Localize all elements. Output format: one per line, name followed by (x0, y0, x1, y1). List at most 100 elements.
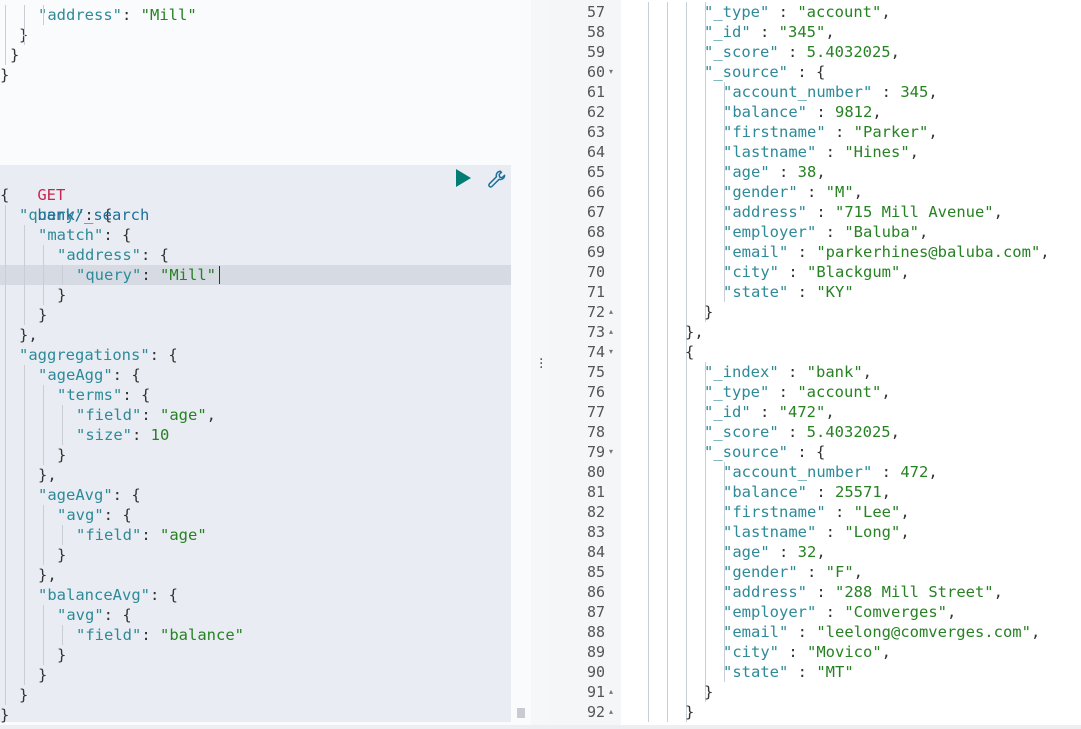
request-settings-button[interactable] (486, 168, 508, 190)
response-line[interactable]: "_score" : 5.4032025, (704, 42, 900, 62)
code-line[interactable]: "address": { (57, 245, 169, 265)
code-line[interactable]: "balanceAvg": { (38, 585, 178, 605)
response-line[interactable]: "account_number" : 472, (723, 462, 938, 482)
response-line[interactable]: } (685, 702, 694, 722)
indent-guide (667, 62, 668, 82)
json-value: 472 (900, 463, 929, 481)
json-value: "Long" (844, 523, 901, 541)
indent-guide (5, 465, 6, 485)
code-line[interactable]: "size": 10 (76, 425, 169, 445)
code-line[interactable]: } (19, 685, 28, 705)
run-request-button[interactable] (454, 168, 472, 188)
code-line[interactable]: "aggregations": { (19, 345, 178, 365)
fold-expand-icon[interactable]: ▴ (609, 702, 617, 722)
fold-expand-icon[interactable]: ▴ (609, 682, 617, 702)
response-line[interactable]: "gender" : "F", (723, 562, 863, 582)
code-line[interactable]: "query": "Mill" (76, 265, 216, 285)
code-line[interactable]: } (57, 545, 66, 565)
code-line[interactable]: "field": "age" (76, 525, 207, 545)
fold-collapse-icon[interactable]: ▾ (609, 342, 617, 362)
indent-guide (43, 605, 44, 625)
response-line[interactable]: "lastname" : "Hines", (723, 142, 919, 162)
json-value: "Movico" (807, 643, 882, 661)
response-line[interactable]: "balance" : 9812, (723, 102, 882, 122)
indent-guide (43, 265, 44, 285)
response-line[interactable]: "firstname" : "Parker", (723, 122, 938, 142)
code-line[interactable]: "ageAgg": { (38, 365, 141, 385)
code-line[interactable]: } (10, 45, 19, 65)
json-key: "age" (723, 543, 770, 561)
response-panel[interactable]: 57 58 59 60 ▾ 61 62 63 64 65 66 67 68 69 70 71 72 ▴ 73 ▴ 74 ▾… (551, 0, 1081, 729)
fold-expand-icon[interactable]: ▴ (609, 302, 617, 322)
indent-guide (705, 102, 706, 122)
code-line[interactable]: }, (38, 565, 57, 585)
json-punct: , (946, 603, 957, 621)
response-line[interactable]: } (704, 302, 713, 322)
response-line[interactable]: "email" : "leelong@comverges.com", (723, 622, 1040, 642)
response-line[interactable]: "address" : "715 Mill Avenue", (723, 202, 1003, 222)
json-value: "Lee" (853, 503, 901, 521)
response-line[interactable]: "firstname" : "Lee", (723, 502, 910, 522)
code-line[interactable]: } (57, 285, 66, 305)
fold-collapse-icon[interactable]: ▾ (609, 442, 617, 462)
indent-guide (686, 402, 687, 422)
code-line[interactable]: } (38, 665, 47, 685)
response-line[interactable]: "address" : "288 Mill Street", (723, 582, 1003, 602)
response-line[interactable]: "city" : "Blackgum", (723, 262, 910, 282)
code-line[interactable]: "address": "Mill" (38, 5, 197, 25)
code-line[interactable]: "match": { (38, 225, 131, 245)
code-line[interactable]: "terms": { (57, 385, 150, 405)
response-line[interactable]: "account_number" : 345, (723, 82, 938, 102)
indent-guide (5, 645, 6, 665)
response-line[interactable]: "employer" : "Baluba", (723, 222, 928, 242)
response-line[interactable]: "_index" : "bank", (704, 362, 872, 382)
code-line[interactable]: "ageAvg": { (38, 485, 141, 505)
code-line[interactable]: "avg": { (57, 605, 132, 625)
indent-guide (705, 122, 706, 142)
response-line[interactable]: "gender" : "M", (723, 182, 863, 202)
fold-expand-icon[interactable]: ▴ (609, 322, 617, 342)
code-line[interactable]: "field": "age", (76, 405, 216, 425)
line-number: 83 (586, 523, 605, 541)
line-number: 58 (586, 23, 605, 41)
response-line[interactable]: } (704, 682, 713, 702)
response-line[interactable]: "_source" : { (704, 62, 825, 82)
response-line[interactable]: "balance" : 25571, (723, 482, 891, 502)
code-line[interactable]: } (57, 445, 66, 465)
code-line[interactable]: "avg": { (57, 505, 132, 525)
response-line[interactable]: "_type" : "account", (704, 382, 891, 402)
response-line[interactable]: }, (685, 322, 704, 342)
response-line[interactable]: "_id" : "472", (704, 402, 835, 422)
code-line[interactable]: } (0, 65, 9, 85)
response-line[interactable]: "_score" : 5.4032025, (704, 422, 900, 442)
code-line[interactable]: }, (38, 465, 57, 485)
json-key: "avg" (57, 506, 104, 524)
response-line[interactable]: "state" : "MT" (723, 662, 854, 682)
indent-guide (648, 622, 649, 642)
response-line[interactable]: "employer" : "Comverges", (723, 602, 956, 622)
code-line[interactable]: }, (19, 325, 38, 345)
indent-guide (667, 582, 668, 602)
json-punct: } (0, 66, 10, 84)
response-line[interactable]: "lastname" : "Long", (723, 522, 910, 542)
fold-collapse-icon[interactable]: ▾ (609, 62, 617, 82)
response-line[interactable]: "_id" : "345", (704, 22, 835, 42)
response-line[interactable]: "_source" : { (704, 442, 825, 462)
json-punct: : { (103, 506, 132, 524)
indent-guide (5, 485, 6, 505)
response-line[interactable]: "email" : "parkerhines@baluba.com", (723, 242, 1050, 262)
editor-resize-handle[interactable] (517, 708, 525, 718)
request-editor-panel[interactable]: "address": "Mill"}}} {"query": {"match":… (0, 0, 531, 729)
response-line[interactable]: "city" : "Movico", (723, 642, 891, 662)
response-line[interactable]: "age" : 32, (723, 542, 826, 562)
indent-guide (43, 625, 44, 645)
code-line[interactable]: "field": "balance" (76, 625, 244, 645)
response-line[interactable]: { (685, 342, 694, 362)
code-line[interactable]: } (0, 705, 9, 725)
code-line[interactable]: } (38, 305, 47, 325)
request-line[interactable]: GET bank/_search (0, 165, 149, 224)
code-line[interactable]: } (57, 645, 66, 665)
response-line[interactable]: "age" : 38, (723, 162, 826, 182)
response-line[interactable]: "_type" : "account", (704, 2, 891, 22)
response-line[interactable]: "state" : "KY" (723, 282, 854, 302)
